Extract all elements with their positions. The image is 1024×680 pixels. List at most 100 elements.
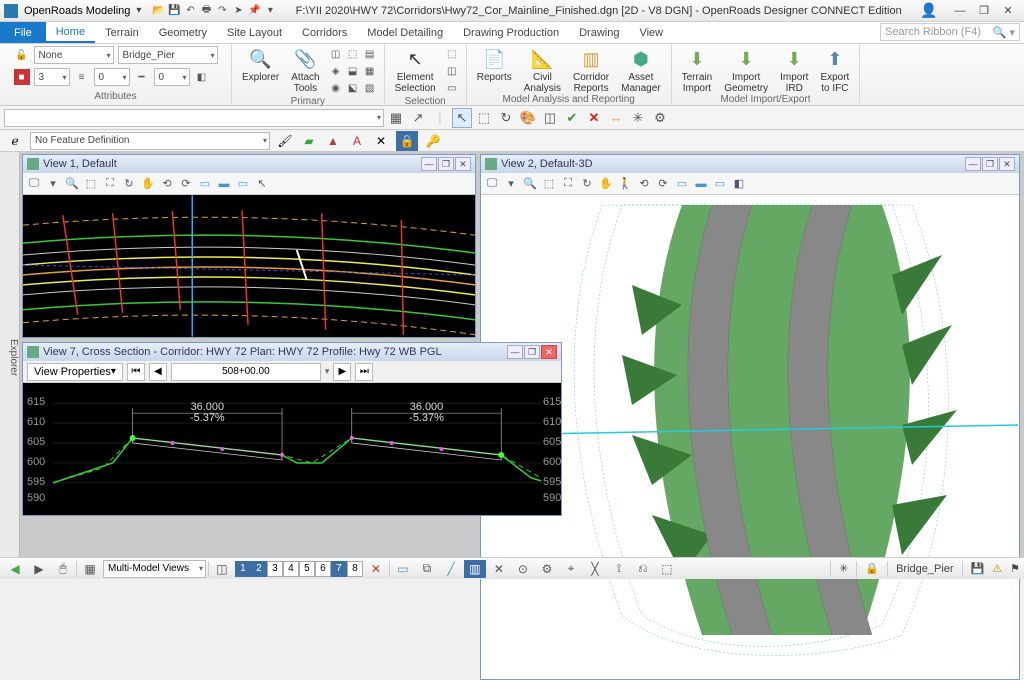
vt-sel-icon[interactable]: ↖ <box>253 175 271 193</box>
vt-display-icon[interactable]: 🖵 <box>483 175 501 193</box>
mini-ico-1[interactable]: ◫ <box>328 46 344 62</box>
ts-select-icon[interactable]: ↖ <box>452 108 472 128</box>
qat-save-icon[interactable]: 💾 <box>167 4 181 18</box>
vt-clip-icon[interactable]: ▭ <box>673 175 691 193</box>
sb-tool1-icon[interactable]: ▭ <box>392 560 414 578</box>
vt-clip3-icon[interactable]: ▭ <box>711 175 729 193</box>
template-combo[interactable]: Bridge_Pier <box>118 46 218 64</box>
vt-walk-icon[interactable]: 🚶 <box>616 175 634 193</box>
vnum-2[interactable]: 2 <box>251 561 267 577</box>
feat-key-icon[interactable]: 🔑 <box>424 132 442 150</box>
ts-grid-icon[interactable]: ▦ <box>386 108 406 128</box>
tab-corridors[interactable]: Corridors <box>292 22 357 43</box>
ts-paint-icon[interactable]: 🎨 <box>518 108 538 128</box>
vt-window-icon[interactable]: ⬚ <box>540 175 558 193</box>
weight-combo[interactable]: 3 <box>34 68 70 86</box>
view-2-titlebar[interactable]: View 2, Default-3D —❐✕ <box>481 155 1019 173</box>
color-swatch[interactable]: ■ <box>14 69 30 85</box>
view-close-icon[interactable]: ✕ <box>455 157 471 171</box>
tab-drawing-production[interactable]: Drawing Production <box>453 22 569 43</box>
vt-zoom-icon[interactable]: 🔍 <box>63 175 81 193</box>
corridor-reports-button[interactable]: ▥Corridor Reports <box>569 46 613 94</box>
sb-mouse-icon[interactable]: 🖱 <box>52 560 74 578</box>
vt-fit-icon[interactable]: ⛶ <box>559 175 577 193</box>
sb-tool9-icon[interactable]: ╳ <box>584 560 606 578</box>
ts-box-icon[interactable]: ◫ <box>540 108 560 128</box>
mini-ico-7[interactable]: ◉ <box>328 80 344 96</box>
sb-tool2-icon[interactable]: ⧉ <box>416 560 438 578</box>
sb-tool5-icon[interactable]: ✕ <box>488 560 510 578</box>
first-station-button[interactable]: ⏮ <box>127 363 145 381</box>
sb-tool11-icon[interactable]: ⎌ <box>632 560 654 578</box>
vt-rotate-icon[interactable]: ↻ <box>578 175 596 193</box>
vt-window-icon[interactable]: ⬚ <box>82 175 100 193</box>
tab-view[interactable]: View <box>629 22 673 43</box>
ts-fence-icon[interactable]: ⬚ <box>474 108 494 128</box>
sb-back-icon[interactable]: ◀ <box>4 560 26 578</box>
sb-disk-icon[interactable]: 💾 <box>971 562 985 575</box>
vt-zoom-icon[interactable]: 🔍 <box>521 175 539 193</box>
view-1-canvas[interactable] <box>23 195 475 337</box>
mini-ico-5[interactable]: ⬓ <box>345 63 361 79</box>
feat-a-icon[interactable]: A <box>348 132 366 150</box>
vt-disp-dd[interactable]: ▾ <box>502 175 520 193</box>
view-close-icon[interactable]: ✕ <box>999 157 1015 171</box>
sb-tool7-icon[interactable]: ⚙ <box>536 560 558 578</box>
vnum-1[interactable]: 1 <box>235 561 251 577</box>
lineweight-icon[interactable]: ━ <box>134 69 150 85</box>
next-station-button[interactable]: ▶ <box>333 363 351 381</box>
view-1-titlebar[interactable]: View 1, Default —❐✕ <box>23 155 475 173</box>
feat-lock-icon[interactable]: 🔒 <box>396 131 418 151</box>
vt-clip2-icon[interactable]: ▬ <box>692 175 710 193</box>
attach-tools-button[interactable]: 📎Attach Tools <box>287 46 323 96</box>
vnum-5[interactable]: 5 <box>299 561 315 577</box>
keyin-combo[interactable] <box>4 109 384 127</box>
tab-home[interactable]: Home <box>46 22 95 43</box>
view-7-canvas[interactable]: 615 610 605 600 595 590 615 610 605 600 … <box>23 383 561 515</box>
qat-redo-icon[interactable]: ↷ <box>215 4 229 18</box>
vt-prev-icon[interactable]: ⟲ <box>158 175 176 193</box>
vnum-3[interactable]: 3 <box>267 561 283 577</box>
user-icon[interactable]: 👤 <box>920 2 938 20</box>
search-ribbon-input[interactable]: Search Ribbon (F4)🔍 ▾ <box>880 23 1020 41</box>
view-properties-button[interactable]: View Properties ▾ <box>27 363 123 381</box>
mini-ico-2[interactable]: ⬚ <box>345 46 361 62</box>
class-combo[interactable]: 0 <box>154 68 190 86</box>
sb-tool4-icon[interactable]: ▥ <box>464 560 486 578</box>
view-min-icon[interactable]: — <box>421 157 437 171</box>
vt-disp-dd-icon[interactable]: ▾ <box>44 175 62 193</box>
mini-ico-3[interactable]: ▤ <box>362 46 378 62</box>
vnum-4[interactable]: 4 <box>283 561 299 577</box>
minimize-button[interactable]: — <box>948 3 972 19</box>
sb-tool10-icon[interactable]: ⟟ <box>608 560 630 578</box>
view-min-icon[interactable]: — <box>965 157 981 171</box>
vnum-7[interactable]: 7 <box>331 561 347 577</box>
lock-icon[interactable]: 🔓 <box>14 47 30 63</box>
mini-ico-6[interactable]: ▦ <box>362 63 378 79</box>
feat-layer-icon[interactable]: ▰ <box>300 132 318 150</box>
vt-next-icon[interactable]: ⟳ <box>654 175 672 193</box>
vnum-6[interactable]: 6 <box>315 561 331 577</box>
ts-mark-icon[interactable]: ✳ <box>628 108 648 128</box>
reports-button[interactable]: 📄Reports <box>473 46 516 94</box>
element-selection-button[interactable]: ↖Element Selection <box>391 46 440 96</box>
vt-clip3-icon[interactable]: ▭ <box>234 175 252 193</box>
vt-display-icon[interactable]: 🖵 <box>25 175 43 193</box>
level-combo[interactable]: None <box>34 46 114 64</box>
sb-layout-icon[interactable]: ▦ <box>79 560 101 578</box>
sb-x-icon[interactable]: ✕ <box>365 560 387 578</box>
fence-icon[interactable]: ⬚ <box>444 46 460 62</box>
import-geometry-button[interactable]: ⬇Import Geometry <box>720 46 772 94</box>
linestyle-combo[interactable]: 0 <box>94 68 130 86</box>
sb-tool3-icon[interactable]: ╱ <box>440 560 462 578</box>
mini-ico-8[interactable]: ⬕ <box>345 80 361 96</box>
tab-site-layout[interactable]: Site Layout <box>217 22 292 43</box>
qat-undo-icon[interactable]: ↶ <box>183 4 197 18</box>
vt-clip-icon[interactable]: ▭ <box>196 175 214 193</box>
view-min-icon[interactable]: — <box>507 345 523 359</box>
model-views-combo[interactable]: Multi-Model Views <box>103 560 206 578</box>
vnum-8[interactable]: 8 <box>347 561 363 577</box>
feat-brush-icon[interactable]: 🖌 <box>276 132 294 150</box>
vt-clip2-icon[interactable]: ▬ <box>215 175 233 193</box>
feat-terrain-icon[interactable]: ▲ <box>324 132 342 150</box>
